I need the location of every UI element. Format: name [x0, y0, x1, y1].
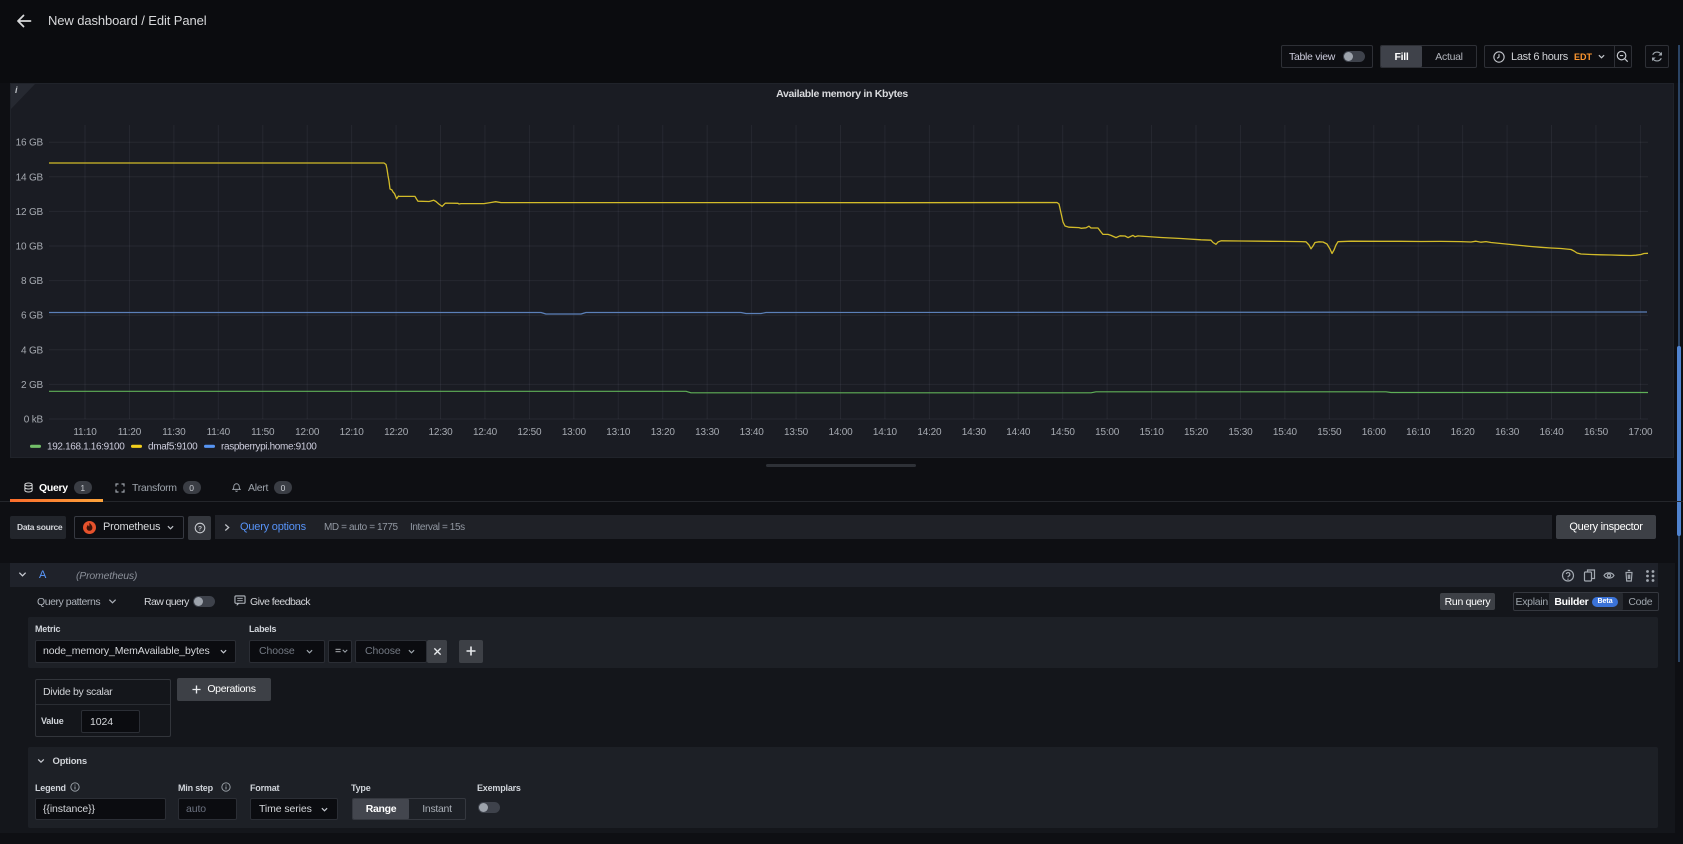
svg-text:11:50: 11:50: [251, 427, 275, 438]
svg-text:15:10: 15:10: [1140, 427, 1165, 438]
svg-text:15:30: 15:30: [1228, 427, 1253, 438]
svg-text:13:30: 13:30: [695, 427, 720, 438]
svg-text:12:30: 12:30: [429, 427, 454, 438]
svg-text:15:00: 15:00: [1095, 427, 1120, 438]
svg-text:14:20: 14:20: [917, 427, 942, 438]
svg-text:16:00: 16:00: [1362, 427, 1387, 438]
svg-text:14:10: 14:10: [873, 427, 898, 438]
svg-text:16:40: 16:40: [1540, 427, 1565, 438]
svg-text:16:20: 16:20: [1451, 427, 1476, 438]
svg-text:13:10: 13:10: [606, 427, 631, 438]
svg-text:13:00: 13:00: [562, 427, 587, 438]
svg-text:12:50: 12:50: [517, 427, 542, 438]
svg-text:16:50: 16:50: [1584, 427, 1609, 438]
svg-text:0 kB: 0 kB: [24, 415, 44, 426]
svg-text:?: ?: [197, 525, 201, 532]
svg-text:15:20: 15:20: [1184, 427, 1209, 438]
svg-text:12:20: 12:20: [384, 427, 409, 438]
svg-text:12:00: 12:00: [295, 427, 320, 438]
svg-text:11:10: 11:10: [73, 427, 97, 438]
svg-text:13:50: 13:50: [784, 427, 809, 438]
svg-text:4 GB: 4 GB: [21, 345, 44, 356]
svg-text:12:40: 12:40: [473, 427, 498, 438]
svg-text:12:10: 12:10: [340, 427, 365, 438]
svg-text:17:00: 17:00: [1628, 427, 1653, 438]
svg-text:dmaf5:9100: dmaf5:9100: [148, 441, 198, 452]
svg-text:13:20: 13:20: [651, 427, 676, 438]
svg-text:16:30: 16:30: [1495, 427, 1520, 438]
svg-text:14:00: 14:00: [828, 427, 853, 438]
svg-text:13:40: 13:40: [740, 427, 765, 438]
svg-text:14:40: 14:40: [1006, 427, 1031, 438]
svg-text:6 GB: 6 GB: [21, 311, 44, 322]
svg-text:12 GB: 12 GB: [16, 207, 44, 218]
svg-text:15:40: 15:40: [1273, 427, 1298, 438]
svg-text:16 GB: 16 GB: [16, 138, 44, 149]
svg-text:11:40: 11:40: [207, 427, 231, 438]
svg-text:8 GB: 8 GB: [21, 276, 44, 287]
svg-text:11:20: 11:20: [118, 427, 142, 438]
svg-text:14:50: 14:50: [1051, 427, 1076, 438]
svg-text:192.168.1.16:9100: 192.168.1.16:9100: [47, 441, 125, 452]
svg-text:11:30: 11:30: [162, 427, 186, 438]
svg-text:14:30: 14:30: [962, 427, 987, 438]
svg-text:2 GB: 2 GB: [21, 380, 44, 391]
svg-text:15:50: 15:50: [1317, 427, 1342, 438]
svg-text:10 GB: 10 GB: [16, 242, 44, 253]
svg-text:raspberrypi.home:9100: raspberrypi.home:9100: [221, 441, 317, 452]
svg-text:14 GB: 14 GB: [16, 172, 44, 183]
svg-text:16:10: 16:10: [1406, 427, 1431, 438]
